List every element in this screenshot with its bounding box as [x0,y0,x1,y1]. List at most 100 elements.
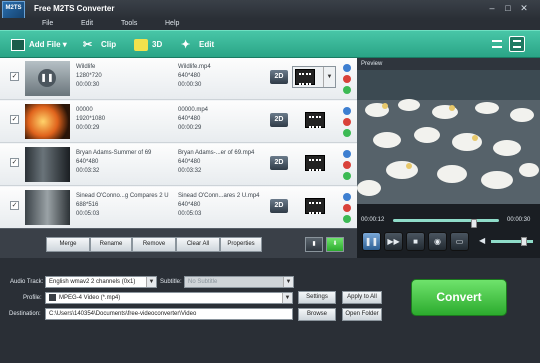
fast-forward-button[interactable]: ▶▶ [384,232,403,251]
close-icon[interactable]: ✕ [518,3,530,14]
row-checkbox[interactable]: ✓ [10,72,19,81]
move-icon[interactable] [343,129,351,137]
row-checkbox[interactable]: ✓ [10,158,19,167]
browse-button[interactable]: Browse [298,308,336,321]
menu-edit[interactable]: Edit [81,20,93,27]
subtitle-select[interactable]: No Subtitle ▼ [184,276,294,288]
film-icon[interactable] [305,155,325,171]
snapshot-camera-icon[interactable]: ◉ [428,232,447,251]
profile-select[interactable]: MPEG-4 Video (*.mp4) ▼ [45,292,293,304]
clip-button[interactable]: ✂ Clip [83,38,116,52]
audio-track-label: Audio Track: [10,279,44,285]
minimize-icon[interactable]: – [486,3,498,14]
remove-icon[interactable] [343,161,351,169]
pause-icon[interactable]: ❚❚ [38,69,56,87]
remove-icon[interactable] [343,75,351,83]
file-list: ✓ ❚❚ Wildlife 1280*720 00:00:30 Wildlife… [0,58,357,228]
merge-button[interactable]: Merge [46,237,90,252]
destination-label: Destination: [9,311,41,317]
row-checkbox[interactable]: ✓ [10,201,19,210]
info-icon[interactable] [343,193,351,201]
3d-button[interactable]: 3D [134,38,162,52]
chevron-down-icon: ▼ [146,277,156,287]
2d-button[interactable]: 2D [270,156,288,170]
film-icon[interactable] [305,198,325,214]
edit-button[interactable]: ✦ Edit [181,38,214,52]
output-info: Sinead O'Conn...ares 2 U.mp4 640*480 00:… [178,192,260,219]
move-icon[interactable] [343,215,351,223]
list-view-icon[interactable] [489,36,505,52]
subtitle-label: Subtitle: [160,279,182,285]
output-resolution: 640*480 [178,73,201,79]
menu-help[interactable]: Help [165,20,179,27]
move-icon[interactable] [343,86,351,94]
add-file-button[interactable]: Add File ▾ [11,38,67,52]
file-row[interactable]: ✓ Sinead O'Conno...g Compares 2 U 688*51… [0,187,357,228]
2d-button[interactable]: 2D [270,70,288,84]
source-duration: 00:03:32 [76,168,100,174]
chevron-down-icon: ▼ [323,67,335,87]
rename-button[interactable]: Rename [90,237,132,252]
source-name: Wildlife [76,64,96,70]
trash-icon[interactable]: ▮ [305,237,323,252]
info-icon[interactable] [343,107,351,115]
audio-track-select[interactable]: English wmav2 2 channels (0x1) ▼ [45,276,157,288]
output-duration: 00:00:29 [178,125,202,131]
source-info: Bryan Adams-Summer of 69 640*480 00:03:3… [76,149,151,176]
scissors-icon: ✂ [83,38,93,51]
film-icon[interactable] [305,112,325,128]
properties-button[interactable]: Properties [220,237,262,252]
preview-label: Preview [357,58,540,70]
source-info: Wildlife 1280*720 00:00:30 [76,63,102,90]
row-actions [343,150,352,183]
info-icon[interactable] [343,150,351,158]
file-row[interactable]: ✓ Bryan Adams-Summer of 69 640*480 00:03… [0,144,357,186]
move-down-icon[interactable]: ⬇ [326,237,344,252]
convert-button[interactable]: Convert [411,279,507,316]
row-checkbox[interactable]: ✓ [10,115,19,124]
time-bar: 00:00:12 00:00:30 [357,215,540,228]
open-folder-button[interactable]: Open Folder [342,308,382,321]
thumbnail [25,147,70,182]
chevron-down-icon: ▼ [283,277,293,287]
menu-file[interactable]: File [42,20,53,27]
source-name: Sinead O'Conno...g Compares 2 U [76,193,169,199]
source-resolution: 640*480 [76,159,99,165]
detail-view-icon[interactable] [509,36,525,52]
remove-icon[interactable] [343,118,351,126]
list-actions-bar: Merge Rename Remove Clear All Properties… [0,228,357,258]
output-info: Bryan Adams-...er of 69.mp4 640*480 00:0… [178,149,254,176]
2d-button[interactable]: 2D [270,199,288,213]
chevron-down-icon: ▼ [282,293,292,303]
menu-tools[interactable]: Tools [121,20,137,27]
folder-icon[interactable]: ▭ [450,232,469,251]
volume-handle[interactable] [521,237,527,246]
volume-slider[interactable] [491,237,533,246]
volume-icon[interactable]: ◀ [479,236,485,245]
info-icon[interactable] [343,64,351,72]
output-info: Wildlife.mp4 640*480 00:00:30 [178,63,211,90]
remove-button[interactable]: Remove [132,237,176,252]
2d-button[interactable]: 2D [270,113,288,127]
maximize-icon[interactable]: □ [502,3,514,14]
magic-wand-icon: ✦ [181,38,191,51]
source-resolution: 1920*1080 [76,116,106,122]
row-actions [343,193,352,226]
apply-to-all-button[interactable]: Apply to All [342,291,382,304]
destination-input[interactable]: C:\Users\140354\Documents\free-videoconv… [45,308,293,320]
settings-button[interactable]: Settings [298,291,336,304]
format-dropdown[interactable]: ▼ [292,66,336,88]
file-row[interactable]: ✓ ❚❚ Wildlife 1280*720 00:00:30 Wildlife… [0,58,357,100]
seek-slider[interactable] [393,219,499,228]
pause-button[interactable]: ❚❚ [362,232,381,251]
clear-all-button[interactable]: Clear All [176,237,220,252]
profile-label: Profile: [23,295,42,301]
thumbnail [25,190,70,225]
move-icon[interactable] [343,172,351,180]
row-actions [343,107,352,140]
seek-handle[interactable] [471,219,477,228]
remove-icon[interactable] [343,204,351,212]
app-window: M2TS Free M2TS Converter – □ ✕ File Edit… [0,0,540,363]
file-row[interactable]: ✓ 00000 1920*1080 00:00:29 00000.mp4 640… [0,101,357,143]
stop-button[interactable]: ■ [406,232,425,251]
